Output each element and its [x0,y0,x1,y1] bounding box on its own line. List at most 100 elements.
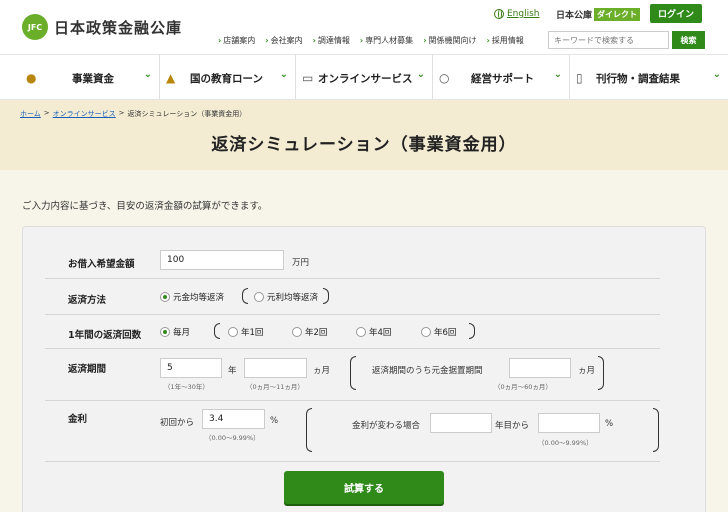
breadcrumb-online-services[interactable]: オンラインサービス [53,109,116,119]
english-label: English [507,9,540,19]
logo-text: 日本政策金融公庫 [54,18,183,37]
util-link-procurement[interactable]: 調達情報 [313,35,350,46]
site-logo[interactable]: JFC 日本政策金融公庫 [22,14,182,40]
breadcrumb-separator: > [43,109,50,117]
bracket-left [214,323,220,339]
english-link[interactable]: English [494,9,540,19]
initial-rate-hint: （0.00〜9.99%） [205,434,260,442]
page-title: 返済シミュレーション（事業資金用） [211,135,517,155]
radio-principal-equal[interactable]: 元金均等返済 [160,291,224,303]
rate-change-year-unit: 年目から [495,421,530,431]
direct-prefix: 日本公庫 [556,11,593,21]
bracket-right [598,356,604,390]
util-link-stores[interactable]: 店舗案内 [218,35,255,46]
years-hint: （1年〜30年） [164,383,209,391]
radio-yearly-1[interactable]: 年1回 [228,326,263,338]
radio-level-payment[interactable]: 元利均等返済 [254,291,318,303]
divider [45,348,660,349]
amount-label: お借入希望金額 [68,259,135,270]
util-link-company[interactable]: 会社案内 [265,35,303,46]
radio-label: 元金均等返済 [173,293,225,303]
nav-label: 事業資金 [72,73,114,85]
jfc-direct-link[interactable]: 日本公庫 ダイレクト [556,8,641,21]
radio-yearly-4[interactable]: 年4回 [356,326,391,338]
util-link-agencies[interactable]: 関係機関向け [423,35,476,46]
lightbulb-icon: ○ [439,71,450,85]
initial-rate-label: 初回から [160,418,195,428]
jfc-logo-mark: JFC [22,14,48,40]
login-button[interactable]: ログイン [650,4,702,23]
radio-label: 年6回 [434,328,457,338]
breadcrumb-home[interactable]: ホーム [20,109,41,119]
radio-unchecked-icon [292,327,302,337]
payment-count-label: 1年間の返済回数 [68,330,142,341]
globe-icon [494,9,504,19]
grace-period-label: 返済期間のうち元金据置期間 [372,366,483,376]
graduation-cap-icon: ▲ [166,71,176,85]
nav-item-online-services[interactable]: ▭ オンラインサービス ⌄ [296,55,433,99]
document-icon: ▯ [576,71,583,85]
nav-label: オンラインサービス [318,73,413,85]
bracket-left [242,288,248,304]
radio-checked-icon [160,292,170,302]
period-months-input[interactable] [244,358,307,378]
rate-change-unit: % [605,419,614,429]
chevron-down-icon: ⌄ [279,69,288,80]
radio-label: 年4回 [369,328,392,338]
interest-rate-label: 金利 [68,414,88,425]
bracket-left [350,356,356,390]
divider [45,314,660,315]
breadcrumb: ホーム > オンラインサービス > 返済シミュレーション（事業資金用） [20,109,246,119]
divider [45,461,660,462]
nav-item-business-funds[interactable]: ● 事業資金 ⌄ [0,55,160,99]
bracket-right [653,408,659,452]
chevron-down-icon: ⌄ [416,69,425,80]
coins-icon: ● [26,71,37,85]
utility-links: 店舗案内 会社案内 調達情報 専門人材募集 関係機関向け 採用情報 [218,35,524,46]
nav-item-management-support[interactable]: ○ 経営サポート ⌄ [433,55,570,99]
rate-change-year-input[interactable] [430,413,492,433]
search-button[interactable]: 検索 [672,31,705,49]
amount-input[interactable]: 100 [160,250,284,270]
util-link-recruit[interactable]: 採用情報 [486,35,524,46]
divider [45,278,660,279]
nav-item-publications[interactable]: ▯ 刊行物・調査結果 ⌄ [570,55,728,99]
radio-checked-icon [160,327,170,337]
global-nav: ● 事業資金 ⌄ ▲ 国の教育ローン ⌄ ▭ オンラインサービス ⌄ ○ 経営サ… [0,54,728,100]
search-input[interactable] [548,31,669,49]
radio-label: 毎月 [173,328,191,338]
initial-rate-unit: % [270,416,279,426]
laptop-icon: ▭ [302,71,314,85]
nav-label: 経営サポート [471,73,534,85]
title-band: ホーム > オンラインサービス > 返済シミュレーション（事業資金用） 返済シミ… [0,100,728,170]
intro-text: ご入力内容に基づき、目安の返済金額の試算ができます。 [22,201,268,212]
site-header: JFC 日本政策金融公庫 English 日本公庫 ダイレクト ログイン 店舗案… [0,0,728,54]
calculate-button[interactable]: 試算する [284,471,444,504]
bracket-left [306,408,312,452]
radio-yearly-2[interactable]: 年2回 [292,326,327,338]
initial-rate-input[interactable]: 3.4 [202,409,265,429]
months-unit: ヵ月 [313,366,331,376]
nav-item-education-loan[interactable]: ▲ 国の教育ローン ⌄ [160,55,296,99]
chevron-down-icon: ⌄ [712,69,721,80]
grace-period-input[interactable] [509,358,571,378]
radio-yearly-6[interactable]: 年6回 [421,326,456,338]
method-label: 返済方法 [68,295,107,306]
radio-label: 年1回 [241,328,264,338]
period-label: 返済期間 [68,364,107,375]
nav-label: 国の教育ローン [190,73,263,85]
period-years-input[interactable]: 5 [160,358,222,378]
years-unit: 年 [228,366,237,376]
rate-change-hint: （0.00〜9.99%） [538,439,593,447]
rate-change-label: 金利が変わる場合 [352,421,421,431]
direct-badge: ダイレクト [594,8,641,21]
util-link-specialist[interactable]: 専門人材募集 [360,35,413,46]
radio-unchecked-icon [254,292,264,302]
rate-change-input[interactable] [538,413,600,433]
breadcrumb-separator: > [118,109,125,117]
months-hint: （0ヵ月〜11ヵ月） [246,383,304,391]
radio-unchecked-icon [356,327,366,337]
radio-label: 年2回 [305,328,328,338]
grace-hint: （0ヵ月〜60ヵ月） [494,383,552,391]
radio-monthly[interactable]: 毎月 [160,326,190,338]
